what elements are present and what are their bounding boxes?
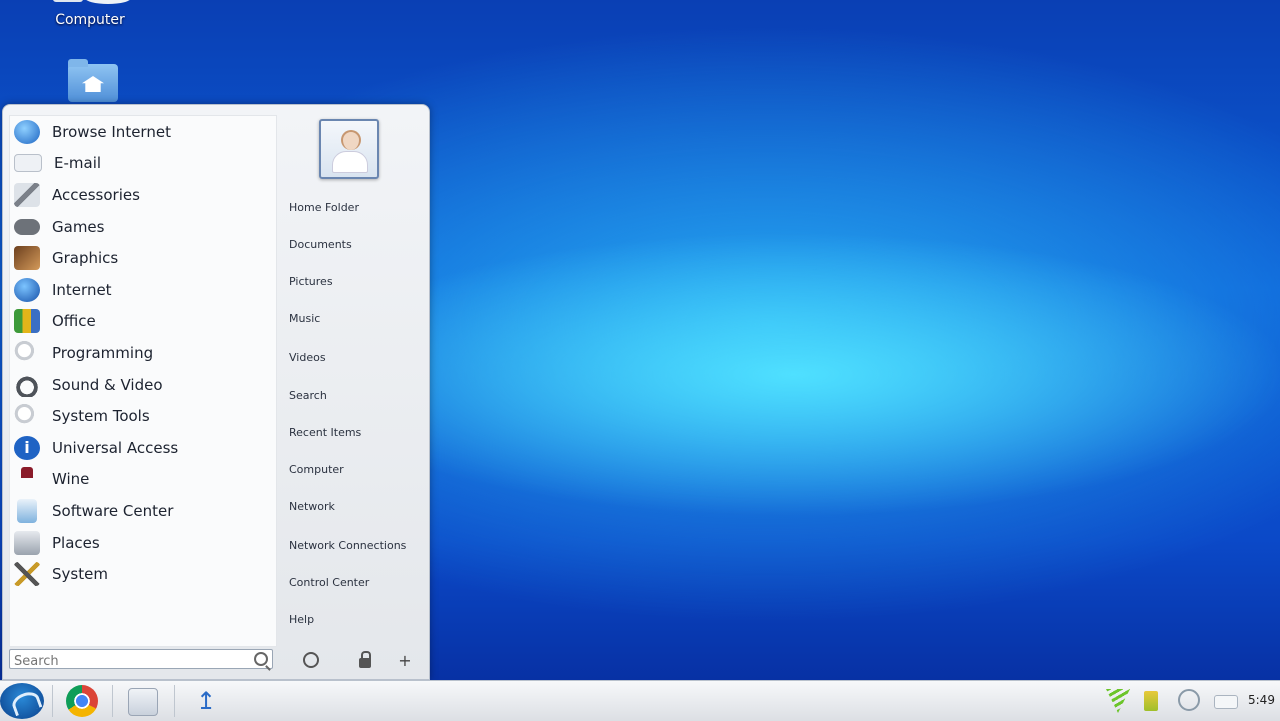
menu-item-sound-video[interactable]: Sound & Video: [10, 369, 276, 401]
desktop-icon-label: Computer: [55, 12, 125, 28]
places-pane: Home Folder Documents Pictures Music Vid…: [281, 115, 423, 645]
start-menu: Browse Internet E-mail Accessories Games…: [2, 104, 430, 680]
place-recent-items[interactable]: Recent Items: [289, 426, 361, 439]
place-search[interactable]: Search: [289, 389, 327, 402]
plus-icon: +: [398, 650, 412, 670]
category-list: Browse Internet E-mail Accessories Games…: [9, 115, 277, 647]
magnifier-icon: [14, 404, 40, 429]
menu-item-accessories[interactable]: Accessories: [10, 179, 276, 211]
place-home-folder[interactable]: Home Folder: [289, 201, 359, 214]
envelope-icon: [14, 154, 42, 173]
shutdown-button[interactable]: [299, 649, 323, 671]
start-menu-button[interactable]: [0, 683, 44, 719]
software-center-icon: [17, 498, 37, 523]
network-icon[interactable]: [1178, 689, 1200, 711]
menu-item-software-center[interactable]: Software Center: [10, 495, 276, 527]
info-icon: i: [14, 435, 40, 460]
place-documents[interactable]: Documents: [289, 238, 352, 251]
globe-icon: [14, 277, 40, 302]
menu-item-wine[interactable]: Wine: [10, 464, 276, 496]
place-computer[interactable]: Computer: [289, 463, 344, 476]
desktop-home-folder-icon[interactable]: [64, 59, 122, 102]
magnifier-icon: [14, 340, 40, 365]
place-videos[interactable]: Videos: [289, 351, 326, 364]
wine-glass-icon: [21, 467, 33, 492]
home-folder-icon: [68, 59, 118, 102]
chrome-icon[interactable]: [66, 685, 98, 717]
power-icon: [303, 652, 319, 668]
battery-icon[interactable]: [1144, 691, 1158, 711]
user-avatar[interactable]: [319, 119, 379, 179]
lock-icon: [359, 651, 371, 668]
menu-bottom-bar: +: [9, 647, 423, 673]
menu-item-system[interactable]: System: [10, 558, 276, 590]
place-pictures[interactable]: Pictures: [289, 275, 333, 288]
menu-item-games[interactable]: Games: [10, 211, 276, 243]
menu-item-office[interactable]: Office: [10, 306, 276, 338]
taskbar: ↥ 5:49: [0, 680, 1280, 721]
taskbar-separator: [112, 685, 113, 717]
menu-item-system-tools[interactable]: System Tools: [10, 400, 276, 432]
graphics-icon: [14, 246, 40, 271]
menu-item-email[interactable]: E-mail: [10, 148, 276, 180]
place-control-center[interactable]: Control Center: [289, 576, 369, 589]
place-network-connections[interactable]: Network Connections: [289, 539, 406, 552]
globe-icon: [14, 119, 40, 144]
taskbar-separator: [174, 685, 175, 717]
update-manager-icon[interactable]: ↥: [192, 687, 220, 715]
taskbar-separator: [52, 685, 53, 717]
computer-icon: [45, 0, 135, 12]
lock-button[interactable]: [353, 649, 377, 671]
clock[interactable]: 5:49: [1248, 693, 1275, 707]
add-button[interactable]: +: [393, 649, 417, 671]
file-manager-icon[interactable]: [128, 688, 158, 716]
tools-icon: [14, 562, 40, 587]
places-icon: [14, 530, 40, 555]
search-box: [9, 649, 273, 671]
menu-item-graphics[interactable]: Graphics: [10, 242, 276, 274]
gamepad-icon: [14, 218, 40, 235]
search-input[interactable]: [10, 652, 248, 671]
place-help[interactable]: Help: [289, 613, 314, 626]
menu-item-programming[interactable]: Programming: [10, 337, 276, 369]
notification-icon[interactable]: [1214, 695, 1238, 709]
menu-item-places[interactable]: Places: [10, 527, 276, 559]
office-icon: [14, 309, 40, 334]
menu-item-browse-internet[interactable]: Browse Internet: [10, 116, 276, 148]
headphones-icon: [14, 372, 40, 397]
place-network[interactable]: Network: [289, 500, 335, 513]
desktop-computer-icon[interactable]: Computer: [40, 0, 140, 28]
accessories-icon: [14, 182, 40, 207]
menu-item-internet[interactable]: Internet: [10, 274, 276, 306]
search-icon[interactable]: [254, 652, 268, 666]
place-music[interactable]: Music: [289, 312, 320, 325]
menu-item-universal-access[interactable]: i Universal Access: [10, 432, 276, 464]
wifi-icon[interactable]: [1106, 689, 1130, 713]
